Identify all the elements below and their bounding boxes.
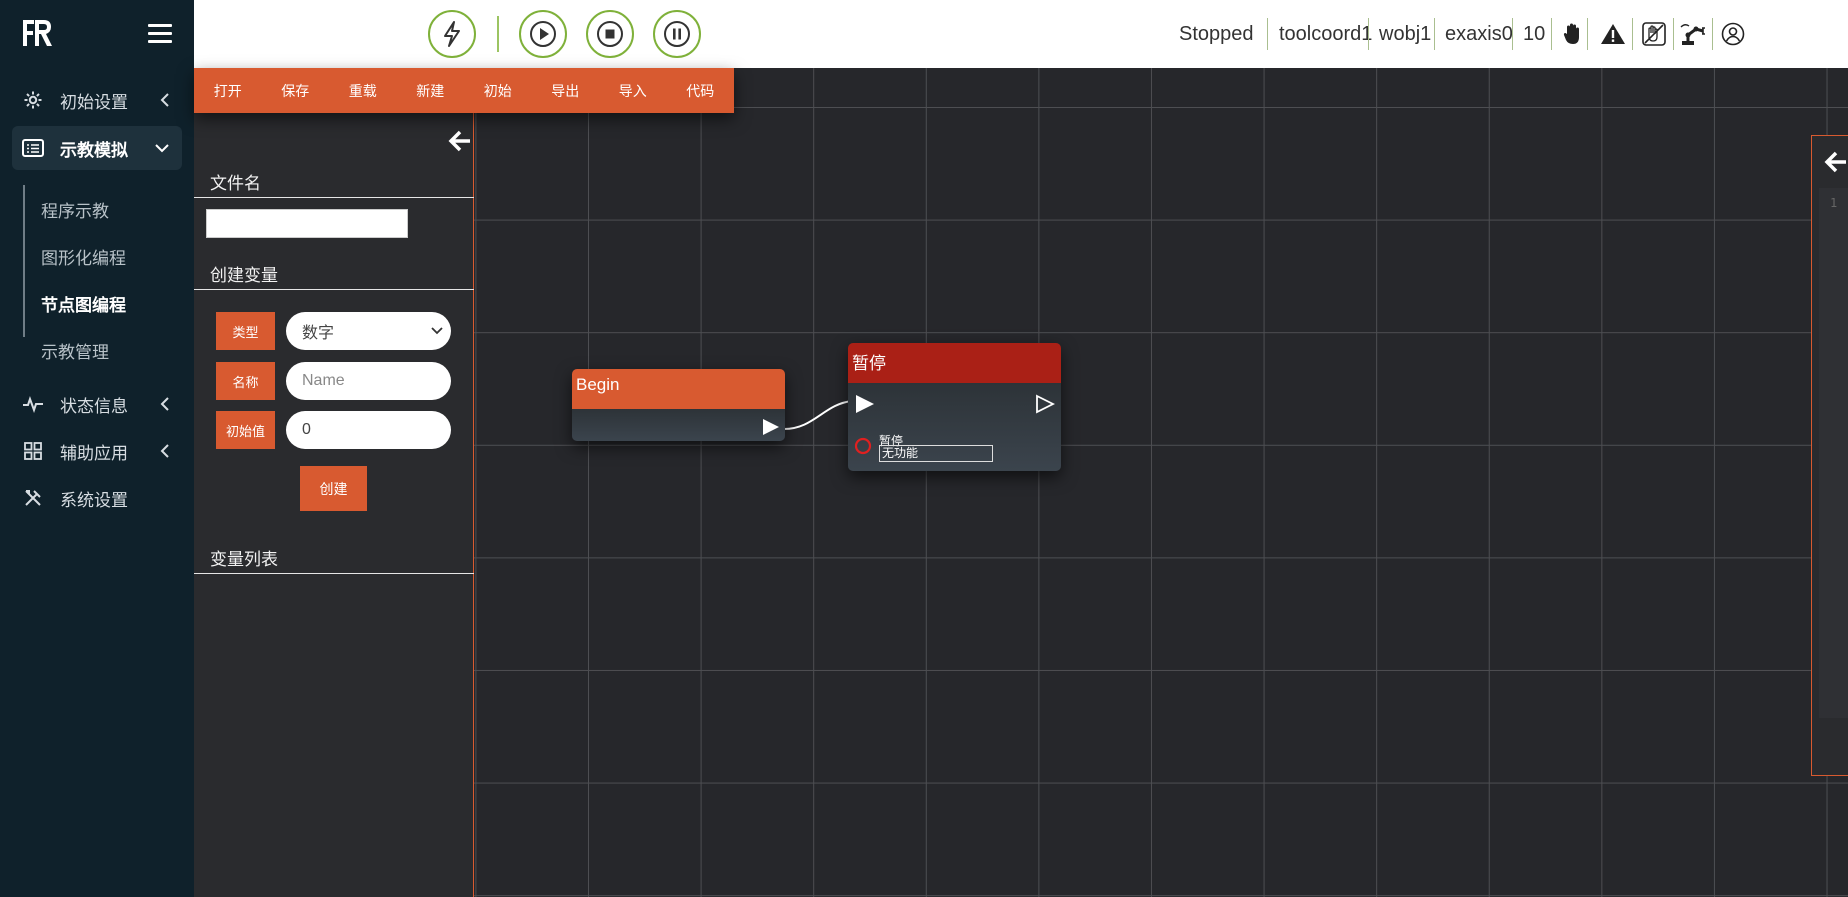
sidebar-item-system-settings[interactable]: 系统设置 [12, 476, 182, 520]
exec-output-port-icon[interactable] [761, 417, 781, 437]
robot-status: Stopped [1179, 22, 1254, 45]
pause-button[interactable] [653, 10, 701, 58]
play-icon [530, 21, 556, 47]
import-button[interactable]: 导入 [599, 68, 667, 113]
name-label: 名称 [216, 362, 275, 400]
tool-coord-selector[interactable]: toolcoord1 [1279, 0, 1372, 68]
new-button[interactable]: 新建 [397, 68, 465, 113]
arrow-left-icon[interactable] [448, 129, 472, 153]
variables-panel: 文件名 创建变量 类型 数字 名称 Name 初始值 0 创建 变量列表 [194, 113, 474, 897]
lightning-icon [444, 21, 460, 47]
pause-node[interactable]: 暂停 暂停 无功能 [848, 343, 1061, 471]
work-object-selector[interactable]: wobj1 [1379, 0, 1431, 68]
stop-icon [597, 21, 623, 47]
sidebar-subitem-program-teach[interactable]: 程序示教 [41, 197, 109, 222]
robot-arm-icon[interactable] [1678, 19, 1708, 49]
create-variable-heading: 创建变量 [210, 266, 278, 285]
initial-value-label: 初始值 [216, 411, 275, 449]
hand-guide-icon[interactable] [1639, 19, 1669, 49]
ext-axis-selector[interactable]: exaxis0 [1445, 0, 1513, 68]
tools-icon [22, 487, 44, 509]
create-variable-button[interactable]: 创建 [300, 466, 367, 511]
grid-icon [22, 440, 44, 462]
sidebar-item-auxiliary-apps[interactable]: 辅助应用 [12, 429, 182, 473]
sidebar-subitem-teach-management[interactable]: 示教管理 [41, 338, 109, 363]
warning-icon[interactable] [1598, 19, 1628, 49]
subnav-rail [23, 185, 25, 337]
user-icon[interactable] [1718, 19, 1748, 49]
exec-output-port-icon[interactable] [1035, 394, 1055, 414]
node-graph-canvas[interactable]: Begin 暂停 暂停 无功能 [474, 68, 1848, 897]
initial-value-input[interactable]: 0 [286, 411, 451, 449]
menu-toggle-icon[interactable] [148, 24, 172, 44]
reload-button[interactable]: 重载 [329, 68, 397, 113]
top-bar: Stopped toolcoord1 wobj1 exaxis0 10 [194, 0, 1848, 68]
line-number: 1 [1830, 196, 1838, 210]
exec-input-port-icon[interactable] [854, 393, 876, 415]
enable-button[interactable] [428, 10, 476, 58]
data-input-port-icon[interactable] [853, 436, 873, 456]
hand-icon[interactable] [1557, 19, 1587, 49]
node-field-value[interactable]: 无功能 [879, 445, 993, 462]
control-separator [497, 16, 499, 52]
begin-node[interactable]: Begin [572, 369, 785, 441]
sidebar-subitem-node-graph-programming[interactable]: 节点图编程 [41, 291, 126, 316]
list-icon [22, 137, 44, 159]
sidebar-item-label: 系统设置 [60, 490, 128, 510]
pulse-icon [22, 393, 44, 415]
run-button[interactable] [519, 10, 567, 58]
node-connection [783, 400, 853, 430]
code-gutter [1819, 188, 1848, 718]
sidebar-item-label: 初始设置 [60, 92, 128, 112]
arrow-left-icon[interactable] [1824, 150, 1848, 174]
variable-list-heading: 变量列表 [210, 550, 278, 569]
open-button[interactable]: 打开 [194, 68, 262, 113]
speed-value[interactable]: 10 [1523, 0, 1545, 68]
sidebar-item-status-info[interactable]: 状态信息 [12, 382, 182, 426]
sidebar-item-teach-simulation[interactable]: 示教模拟 [12, 126, 182, 170]
chevron-left-icon [160, 444, 169, 458]
fr-logo [23, 20, 52, 46]
graph-toolbar: 打开 保存 重载 新建 初始 导出 导入 代码 [194, 68, 734, 113]
type-label: 类型 [216, 312, 275, 350]
sidebar-subitem-graphical-programming[interactable]: 图形化编程 [41, 244, 126, 269]
sidebar: 初始设置 示教模拟 程序示教 图形化编程 节点图编程 示教管理 状态信息 辅助应… [0, 0, 194, 897]
sidebar-item-label: 状态信息 [60, 396, 128, 416]
filename-input[interactable] [206, 209, 408, 238]
node-title: 暂停 [848, 343, 1061, 383]
filename-heading: 文件名 [210, 174, 261, 193]
chevron-left-icon [160, 93, 169, 107]
name-input[interactable]: Name [286, 362, 451, 400]
chevron-down-icon [155, 144, 169, 153]
sidebar-item-label: 示教模拟 [60, 140, 128, 160]
gear-icon [22, 89, 44, 111]
type-select[interactable]: 数字 [286, 312, 451, 350]
sidebar-item-label: 辅助应用 [60, 443, 128, 463]
sidebar-item-initial-settings[interactable]: 初始设置 [12, 78, 182, 122]
stop-button[interactable] [586, 10, 634, 58]
save-button[interactable]: 保存 [262, 68, 330, 113]
pause-icon [664, 21, 690, 47]
code-panel: 1 [1811, 135, 1848, 776]
chevron-left-icon [160, 397, 169, 411]
export-button[interactable]: 导出 [532, 68, 600, 113]
type-select-value: 数字 [302, 325, 335, 342]
node-title: Begin [572, 369, 785, 409]
chevron-down-icon [431, 327, 443, 335]
init-button[interactable]: 初始 [464, 68, 532, 113]
code-button[interactable]: 代码 [667, 68, 735, 113]
